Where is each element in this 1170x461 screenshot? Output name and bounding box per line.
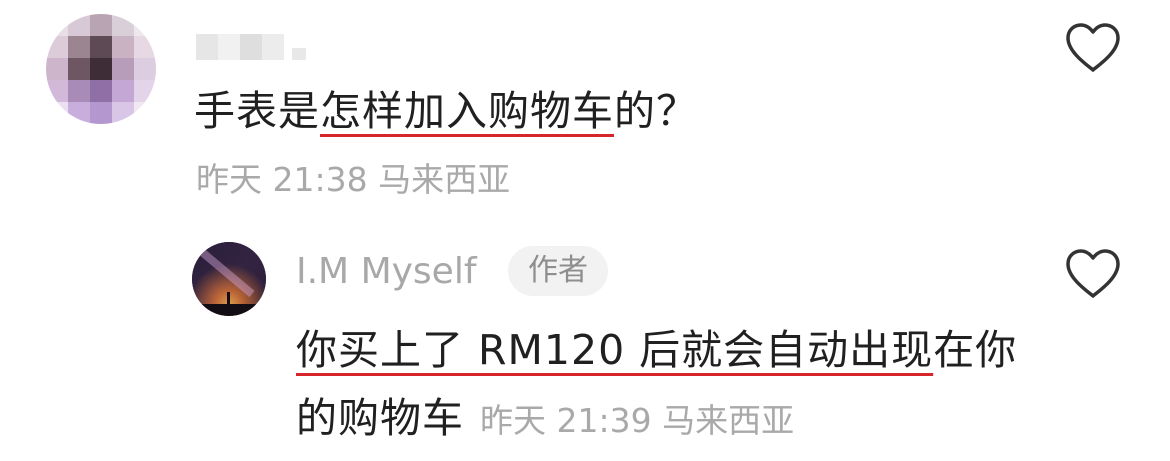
reply-meta: 昨天 21:39 马来西亚	[480, 401, 794, 440]
reply-text: 你买上了 RM120 后就会自动出现在你的购物车 昨天 21:39 马来西亚	[296, 316, 1036, 455]
heart-outline-icon[interactable]	[1064, 22, 1122, 74]
comment-text: 手表是怎样加入购物车的？	[194, 86, 698, 136]
heart-outline-icon[interactable]	[1064, 248, 1122, 300]
username-blurred[interactable]	[196, 24, 312, 60]
reply-location: 马来西亚	[662, 401, 795, 440]
reply-avatar[interactable]	[192, 242, 266, 316]
comment-location: 马来西亚	[378, 160, 511, 199]
reply-text-highlight: 你买上了 RM120 后就会自动出现	[296, 326, 934, 374]
reply-time: 昨天 21:39	[480, 401, 652, 440]
comment-text-end: 的？	[614, 87, 698, 135]
comment-meta: 昨天 21:38 马来西亚	[196, 158, 510, 202]
comment-thread: 手表是怎样加入购物车的？ 昨天 21:38 马来西亚 I.M Myself 作者…	[0, 0, 1170, 461]
author-badge: 作者	[508, 246, 608, 296]
reply-author-name[interactable]: I.M Myself	[296, 248, 477, 296]
comment-text-highlight: 怎样加入购物车	[320, 87, 614, 135]
avatar[interactable]	[46, 14, 156, 124]
comment-text-start: 手表是	[194, 87, 320, 135]
comment-time: 昨天 21:38	[196, 160, 368, 199]
